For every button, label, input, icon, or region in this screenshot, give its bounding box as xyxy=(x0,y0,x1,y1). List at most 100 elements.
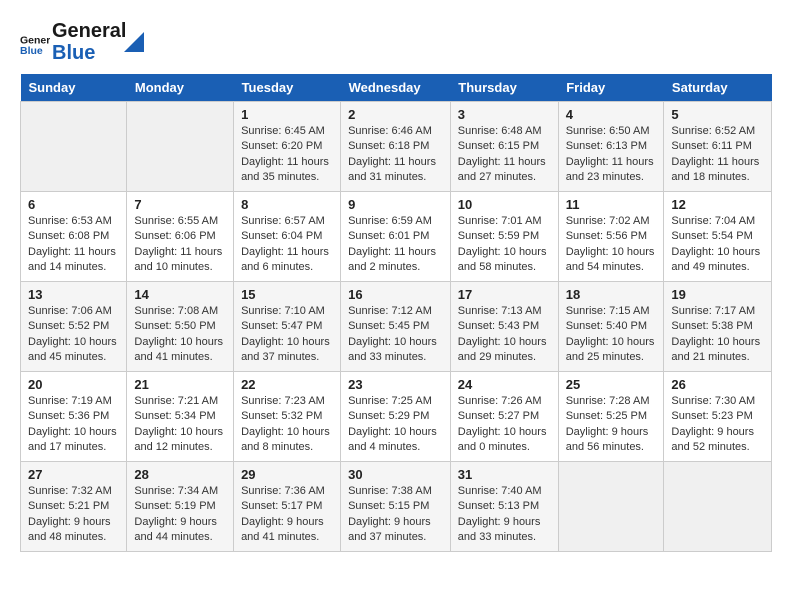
logo-blue: Blue xyxy=(52,42,126,64)
cell-info: Sunrise: 6:59 AMSunset: 6:01 PMDaylight:… xyxy=(348,214,443,276)
day-number: 10 xyxy=(458,197,551,212)
day-number: 14 xyxy=(134,287,226,302)
day-number: 18 xyxy=(566,287,657,302)
calendar-cell: 20 Sunrise: 7:19 AMSunset: 5:36 PMDayligh… xyxy=(21,372,127,462)
day-number: 12 xyxy=(671,197,764,212)
calendar-cell: 9 Sunrise: 6:59 AMSunset: 6:01 PMDaylight… xyxy=(341,192,451,282)
day-number: 6 xyxy=(28,197,119,212)
logo-triangle-icon xyxy=(124,22,144,52)
cell-info: Sunrise: 7:26 AMSunset: 5:27 PMDaylight:… xyxy=(458,394,551,456)
cell-info: Sunrise: 7:32 AMSunset: 5:21 PMDaylight:… xyxy=(28,484,119,546)
calendar-cell: 13 Sunrise: 7:06 AMSunset: 5:52 PMDayligh… xyxy=(21,282,127,372)
svg-text:Blue: Blue xyxy=(20,45,43,57)
day-number: 22 xyxy=(241,377,333,392)
calendar-cell: 8 Sunrise: 6:57 AMSunset: 6:04 PMDaylight… xyxy=(234,192,341,282)
cell-info: Sunrise: 7:34 AMSunset: 5:19 PMDaylight:… xyxy=(134,484,226,546)
day-number: 4 xyxy=(566,107,657,122)
calendar-table: SundayMondayTuesdayWednesdayThursdayFrid… xyxy=(20,74,772,552)
page-header: General Blue General Blue xyxy=(20,20,772,64)
cell-info: Sunrise: 7:13 AMSunset: 5:43 PMDaylight:… xyxy=(458,304,551,366)
calendar-cell xyxy=(127,102,234,192)
calendar-cell: 2Sunrise: 6:46 AMSunset: 6:18 PMDaylight… xyxy=(341,102,451,192)
calendar-cell: 4Sunrise: 6:50 AMSunset: 6:13 PMDaylight… xyxy=(558,102,664,192)
cell-info: Sunrise: 7:17 AMSunset: 5:38 PMDaylight:… xyxy=(671,304,764,366)
calendar-cell: 24Sunrise: 7:26 AMSunset: 5:27 PMDayligh… xyxy=(450,372,558,462)
day-number: 20 xyxy=(28,377,119,392)
col-header-wednesday: Wednesday xyxy=(341,74,451,102)
day-number: 8 xyxy=(241,197,333,212)
cell-info: Sunrise: 7:40 AMSunset: 5:13 PMDaylight:… xyxy=(458,484,551,546)
day-number: 21 xyxy=(134,377,226,392)
cell-info: Sunrise: 6:45 AMSunset: 6:20 PMDaylight:… xyxy=(241,124,333,186)
cell-info: Sunrise: 7:12 AMSunset: 5:45 PMDaylight:… xyxy=(348,304,443,366)
cell-info: Sunrise: 6:57 AMSunset: 6:04 PMDaylight:… xyxy=(241,214,333,276)
calendar-cell: 16 Sunrise: 7:12 AMSunset: 5:45 PMDayligh… xyxy=(341,282,451,372)
day-number: 19 xyxy=(671,287,764,302)
col-header-friday: Friday xyxy=(558,74,664,102)
calendar-cell: 5 Sunrise: 6:52 AMSunset: 6:11 PMDaylight… xyxy=(664,102,772,192)
day-number: 17 xyxy=(458,287,551,302)
day-number: 26 xyxy=(671,377,764,392)
col-header-tuesday: Tuesday xyxy=(234,74,341,102)
day-number: 25 xyxy=(566,377,657,392)
day-number: 2 xyxy=(348,107,443,122)
calendar-cell: 1 Sunrise: 6:45 AMSunset: 6:20 PMDaylight… xyxy=(234,102,341,192)
logo-icon: General Blue xyxy=(20,27,50,57)
calendar-header-row: SundayMondayTuesdayWednesdayThursdayFrid… xyxy=(21,74,772,102)
cell-info: Sunrise: 7:30 AMSunset: 5:23 PMDaylight:… xyxy=(671,394,764,456)
calendar-cell xyxy=(664,462,772,552)
day-number: 9 xyxy=(348,197,443,212)
cell-info: Sunrise: 7:25 AMSunset: 5:29 PMDaylight:… xyxy=(348,394,443,456)
calendar-cell: 28 Sunrise: 7:34 AMSunset: 5:19 PMDayligh… xyxy=(127,462,234,552)
cell-info: Sunrise: 6:53 AMSunset: 6:08 PMDaylight:… xyxy=(28,214,119,276)
cell-info: Sunrise: 7:04 AMSunset: 5:54 PMDaylight:… xyxy=(671,214,764,276)
calendar-cell: 6 Sunrise: 6:53 AMSunset: 6:08 PMDaylight… xyxy=(21,192,127,282)
calendar-cell: 30 Sunrise: 7:38 AMSunset: 5:15 PMDayligh… xyxy=(341,462,451,552)
calendar-week-row: 1 Sunrise: 6:45 AMSunset: 6:20 PMDaylight… xyxy=(21,102,772,192)
calendar-cell: 23Sunrise: 7:25 AMSunset: 5:29 PMDayligh… xyxy=(341,372,451,462)
col-header-thursday: Thursday xyxy=(450,74,558,102)
calendar-cell: 22 Sunrise: 7:23 AMSunset: 5:32 PMDayligh… xyxy=(234,372,341,462)
cell-info: Sunrise: 7:19 AMSunset: 5:36 PMDaylight:… xyxy=(28,394,119,456)
cell-info: Sunrise: 7:28 AMSunset: 5:25 PMDaylight:… xyxy=(566,394,657,456)
cell-info: Sunrise: 6:52 AMSunset: 6:11 PMDaylight:… xyxy=(671,124,764,186)
calendar-cell: 3Sunrise: 6:48 AMSunset: 6:15 PMDaylight… xyxy=(450,102,558,192)
cell-info: Sunrise: 7:08 AMSunset: 5:50 PMDaylight:… xyxy=(134,304,226,366)
calendar-cell: 11 Sunrise: 7:02 AMSunset: 5:56 PMDayligh… xyxy=(558,192,664,282)
cell-info: Sunrise: 7:38 AMSunset: 5:15 PMDaylight:… xyxy=(348,484,443,546)
calendar-cell: 7 Sunrise: 6:55 AMSunset: 6:06 PMDaylight… xyxy=(127,192,234,282)
day-number: 1 xyxy=(241,107,333,122)
day-number: 3 xyxy=(458,107,551,122)
day-number: 7 xyxy=(134,197,226,212)
calendar-cell xyxy=(558,462,664,552)
calendar-cell xyxy=(21,102,127,192)
cell-info: Sunrise: 7:23 AMSunset: 5:32 PMDaylight:… xyxy=(241,394,333,456)
col-header-saturday: Saturday xyxy=(664,74,772,102)
day-number: 28 xyxy=(134,467,226,482)
day-number: 5 xyxy=(671,107,764,122)
cell-info: Sunrise: 7:01 AMSunset: 5:59 PMDaylight:… xyxy=(458,214,551,276)
cell-info: Sunrise: 6:55 AMSunset: 6:06 PMDaylight:… xyxy=(134,214,226,276)
cell-info: Sunrise: 7:02 AMSunset: 5:56 PMDaylight:… xyxy=(566,214,657,276)
cell-info: Sunrise: 7:10 AMSunset: 5:47 PMDaylight:… xyxy=(241,304,333,366)
logo-general: General xyxy=(52,20,126,42)
day-number: 30 xyxy=(348,467,443,482)
day-number: 31 xyxy=(458,467,551,482)
day-number: 27 xyxy=(28,467,119,482)
calendar-cell: 26 Sunrise: 7:30 AMSunset: 5:23 PMDayligh… xyxy=(664,372,772,462)
calendar-week-row: 13 Sunrise: 7:06 AMSunset: 5:52 PMDayligh… xyxy=(21,282,772,372)
day-number: 16 xyxy=(348,287,443,302)
col-header-monday: Monday xyxy=(127,74,234,102)
calendar-week-row: 20 Sunrise: 7:19 AMSunset: 5:36 PMDayligh… xyxy=(21,372,772,462)
calendar-cell: 17 Sunrise: 7:13 AMSunset: 5:43 PMDayligh… xyxy=(450,282,558,372)
calendar-cell: 25 Sunrise: 7:28 AMSunset: 5:25 PMDayligh… xyxy=(558,372,664,462)
cell-info: Sunrise: 7:15 AMSunset: 5:40 PMDaylight:… xyxy=(566,304,657,366)
calendar-cell: 18 Sunrise: 7:15 AMSunset: 5:40 PMDayligh… xyxy=(558,282,664,372)
day-number: 13 xyxy=(28,287,119,302)
day-number: 11 xyxy=(566,197,657,212)
calendar-cell: 29Sunrise: 7:36 AMSunset: 5:17 PMDayligh… xyxy=(234,462,341,552)
calendar-cell: 27 Sunrise: 7:32 AMSunset: 5:21 PMDayligh… xyxy=(21,462,127,552)
calendar-cell: 19 Sunrise: 7:17 AMSunset: 5:38 PMDayligh… xyxy=(664,282,772,372)
calendar-cell: 21Sunrise: 7:21 AMSunset: 5:34 PMDayligh… xyxy=(127,372,234,462)
cell-info: Sunrise: 7:06 AMSunset: 5:52 PMDaylight:… xyxy=(28,304,119,366)
